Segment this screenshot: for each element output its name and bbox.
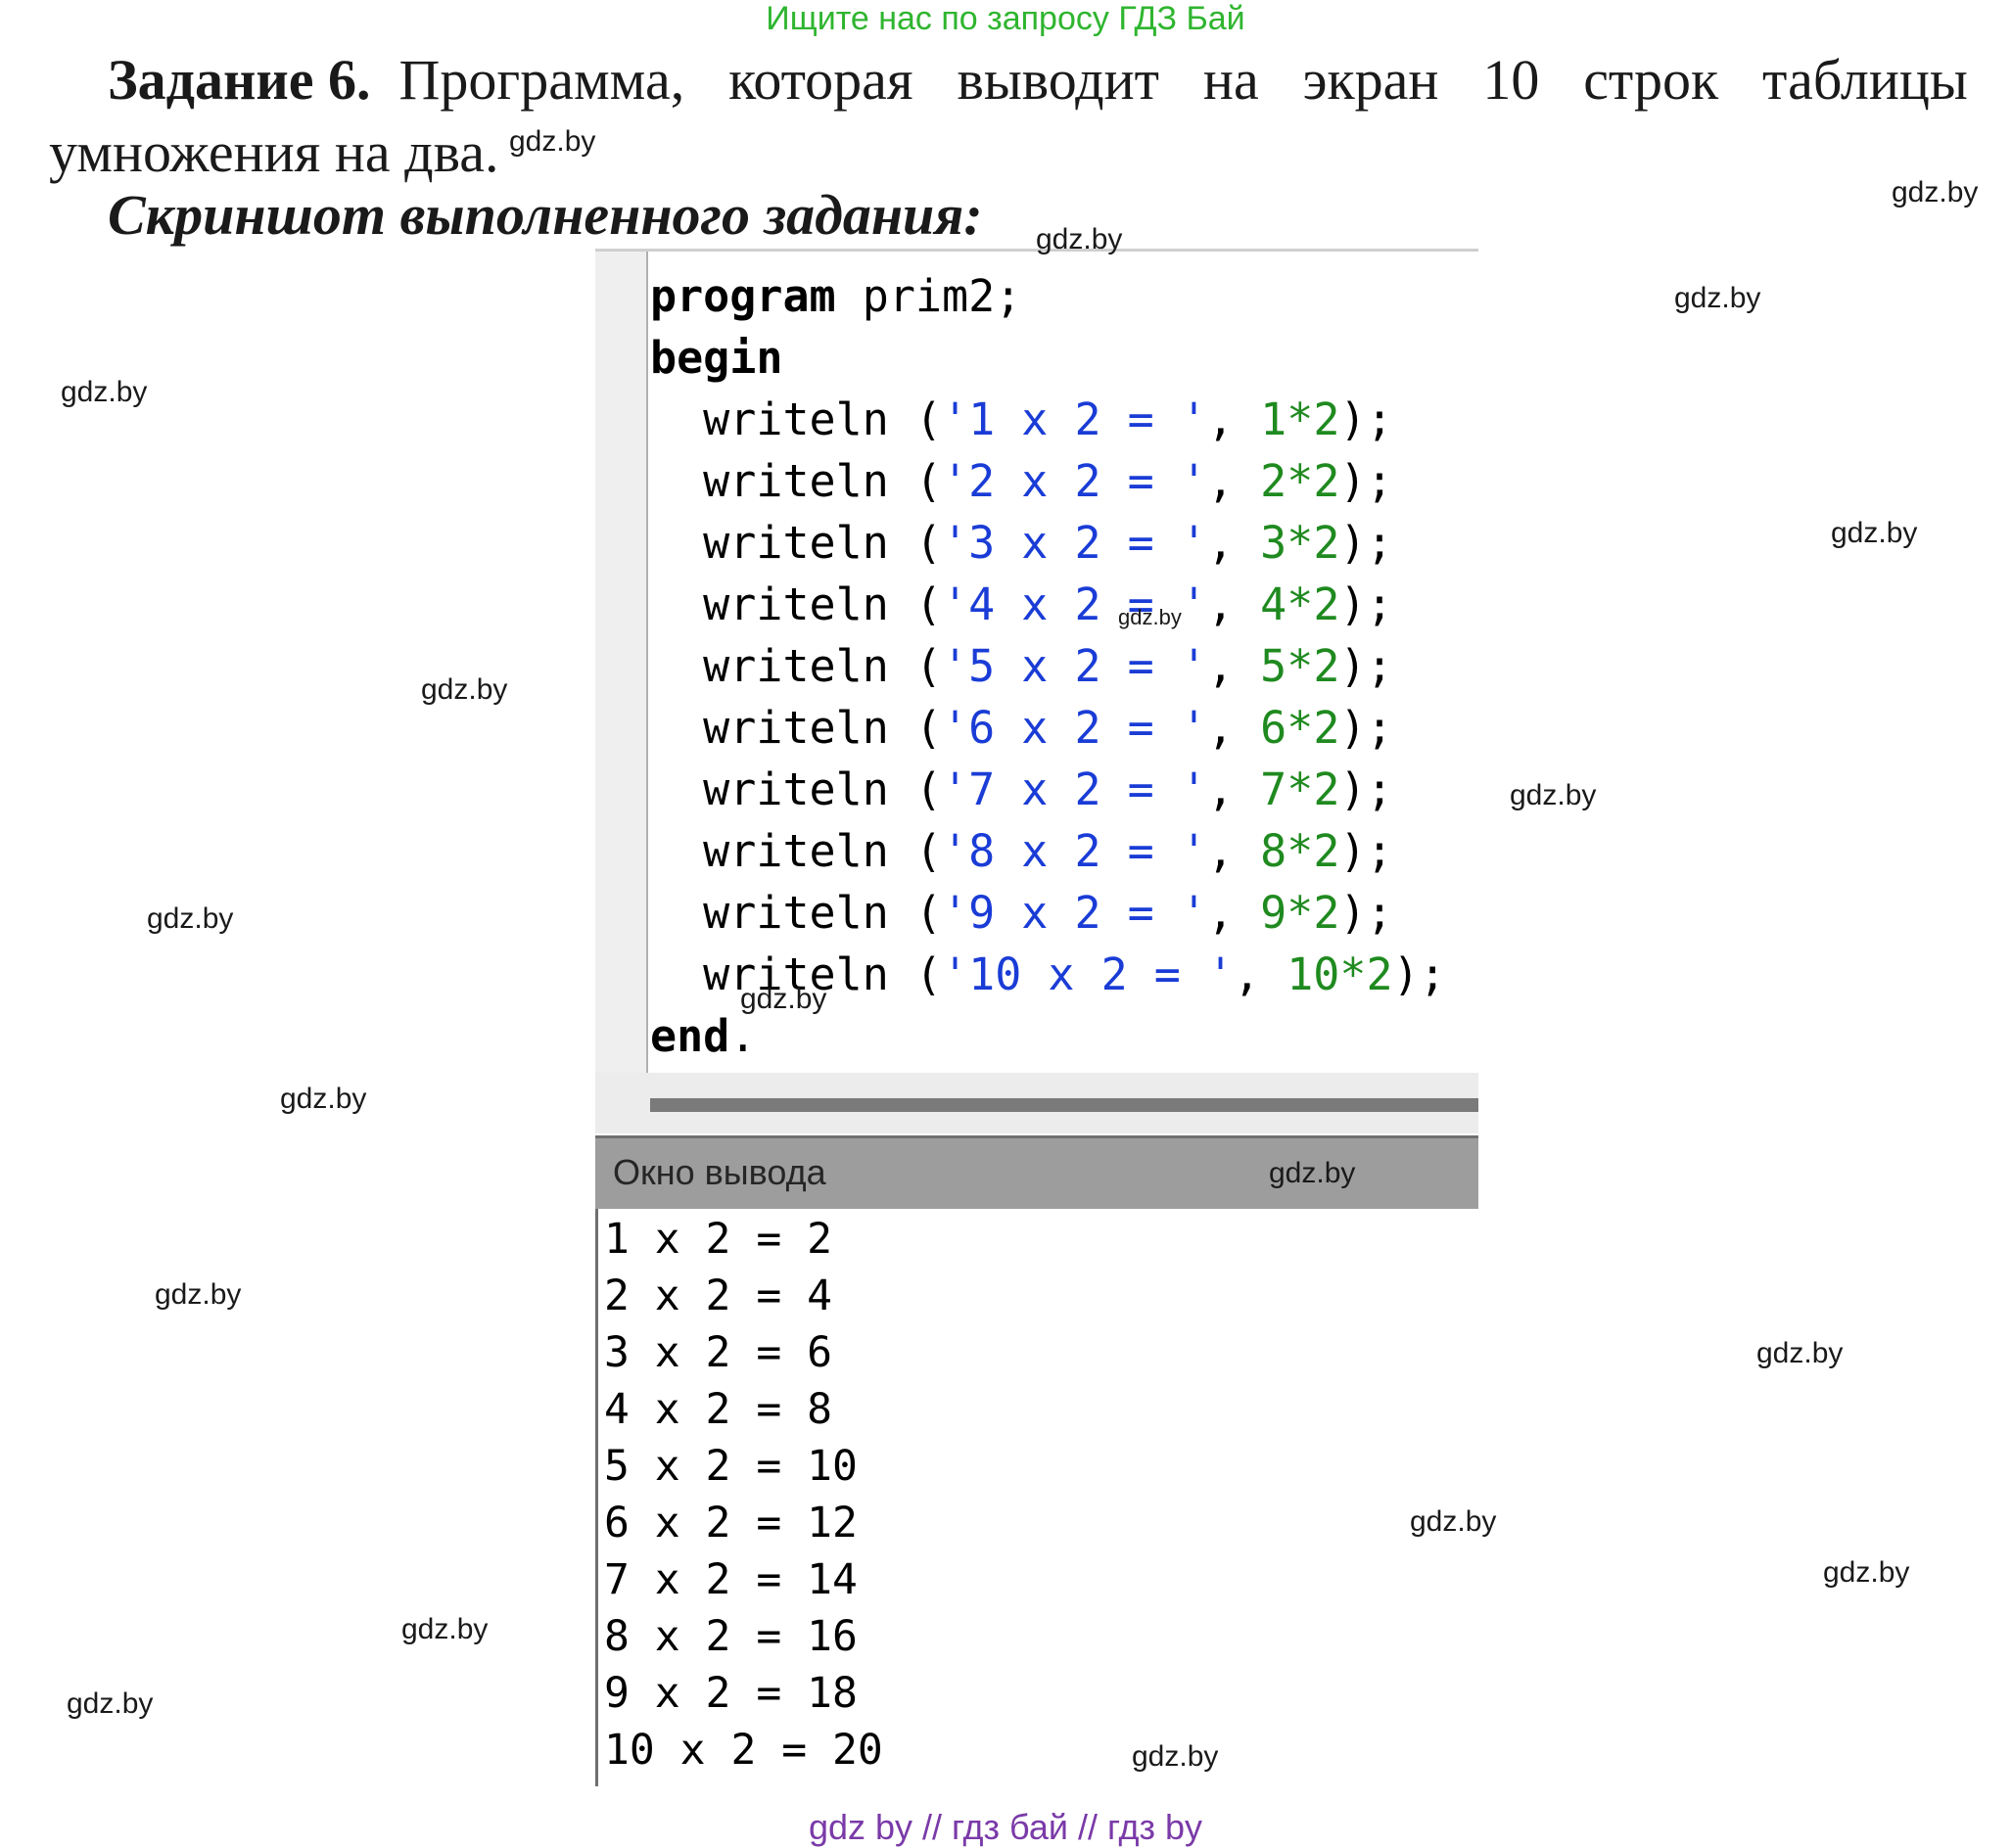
output-window-title: Окно вывода: [613, 1152, 826, 1192]
bottom-banner: gdz by // гдз бай // гдз by: [808, 1807, 1203, 1847]
code-line[interactable]: writeln ('3 x 2 = ', 3*2);: [650, 512, 1446, 574]
watermark: gdz.by: [1831, 517, 1918, 549]
watermark: gdz.by: [1892, 176, 1979, 208]
task-word: которая: [728, 48, 913, 112]
output-line: 10 x 2 = 20: [604, 1726, 883, 1775]
task-number: Задание 6.: [108, 48, 371, 112]
screenshot-caption: Скриншот выполненного задания:: [108, 183, 983, 247]
watermark: gdz.by: [1118, 605, 1182, 629]
code-line[interactable]: writeln ('4 x 2 = ', 4*2);: [650, 574, 1446, 635]
watermark: gdz.by: [1756, 1337, 1844, 1369]
watermark: gdz.by: [1674, 282, 1761, 314]
watermark: gdz.by: [1036, 223, 1123, 255]
task-statement-line2: умножения на два.: [49, 120, 499, 184]
code-line[interactable]: writeln ('9 x 2 = ', 9*2);: [650, 882, 1446, 944]
watermark: gdz.by: [61, 376, 148, 408]
top-banner: Ищите нас по запросу ГДЗ Бай: [766, 0, 1245, 37]
watermark: gdz.by: [1269, 1157, 1356, 1189]
editor-gutter: [595, 252, 648, 1076]
task-word: строк: [1583, 48, 1719, 112]
watermark: gdz.by: [280, 1083, 367, 1115]
output-line: 9 x 2 = 18: [604, 1669, 858, 1718]
watermark: gdz.by: [1510, 779, 1597, 811]
output-line: 3 x 2 = 6: [604, 1328, 832, 1377]
watermark: gdz.by: [1410, 1505, 1497, 1538]
code-line[interactable]: writeln ('6 x 2 = ', 6*2);: [650, 697, 1446, 759]
output-line: 1 x 2 = 2: [604, 1215, 832, 1264]
code-text[interactable]: program prim2; begin writeln ('1 x 2 = ',…: [650, 265, 1446, 1067]
watermark: gdz.by: [1132, 1740, 1219, 1773]
task-word: Программа,: [398, 48, 685, 112]
watermark: gdz.by: [421, 673, 508, 706]
watermark: gdz.by: [740, 983, 827, 1015]
task-word: на: [1202, 48, 1259, 112]
output-text: 1 x 2 = 2 2 x 2 = 4 3 x 2 = 6 4 x 2 = 8 5 x …: [604, 1211, 883, 1779]
output-line: 7 x 2 = 14: [604, 1555, 858, 1604]
watermark: gdz.by: [155, 1278, 242, 1311]
task-word: таблицы: [1762, 48, 1968, 112]
watermark: gdz.by: [1823, 1556, 1910, 1589]
code-line[interactable]: writeln ('7 x 2 = ', 7*2);: [650, 759, 1446, 820]
task-word: 10: [1482, 48, 1540, 112]
output-line: 5 x 2 = 10: [604, 1442, 858, 1491]
code-editor[interactable]: program prim2; begin writeln ('1 x 2 = ',…: [595, 249, 1478, 1076]
code-line[interactable]: writeln ('5 x 2 = ', 5*2);: [650, 635, 1446, 697]
task-statement-line1: Задание 6. Программа, которая выводит на…: [108, 47, 1968, 113]
code-line[interactable]: program prim2;: [650, 265, 1446, 327]
code-line[interactable]: writeln ('2 x 2 = ', 2*2);: [650, 450, 1446, 512]
watermark: gdz.by: [67, 1687, 154, 1720]
code-line[interactable]: begin: [650, 327, 1446, 389]
task-word: выводит: [957, 48, 1160, 112]
output-line: 8 x 2 = 16: [604, 1612, 858, 1661]
watermark: gdz.by: [509, 125, 596, 158]
output-line: 2 x 2 = 4: [604, 1271, 832, 1320]
code-line[interactable]: writeln ('8 x 2 = ', 8*2);: [650, 820, 1446, 882]
watermark: gdz.by: [401, 1613, 489, 1645]
output-window: 1 x 2 = 2 2 x 2 = 4 3 x 2 = 6 4 x 2 = 8 5 x …: [595, 1209, 1481, 1786]
editor-horizontal-scrollbar-thumb[interactable]: [650, 1098, 1478, 1112]
editor-horizontal-scrollbar-track[interactable]: [595, 1073, 1478, 1133]
watermark: gdz.by: [147, 902, 234, 935]
output-line: 4 x 2 = 8: [604, 1385, 832, 1434]
code-line[interactable]: writeln ('1 x 2 = ', 1*2);: [650, 389, 1446, 450]
task-word: экран: [1302, 48, 1439, 112]
output-line: 6 x 2 = 12: [604, 1499, 858, 1548]
